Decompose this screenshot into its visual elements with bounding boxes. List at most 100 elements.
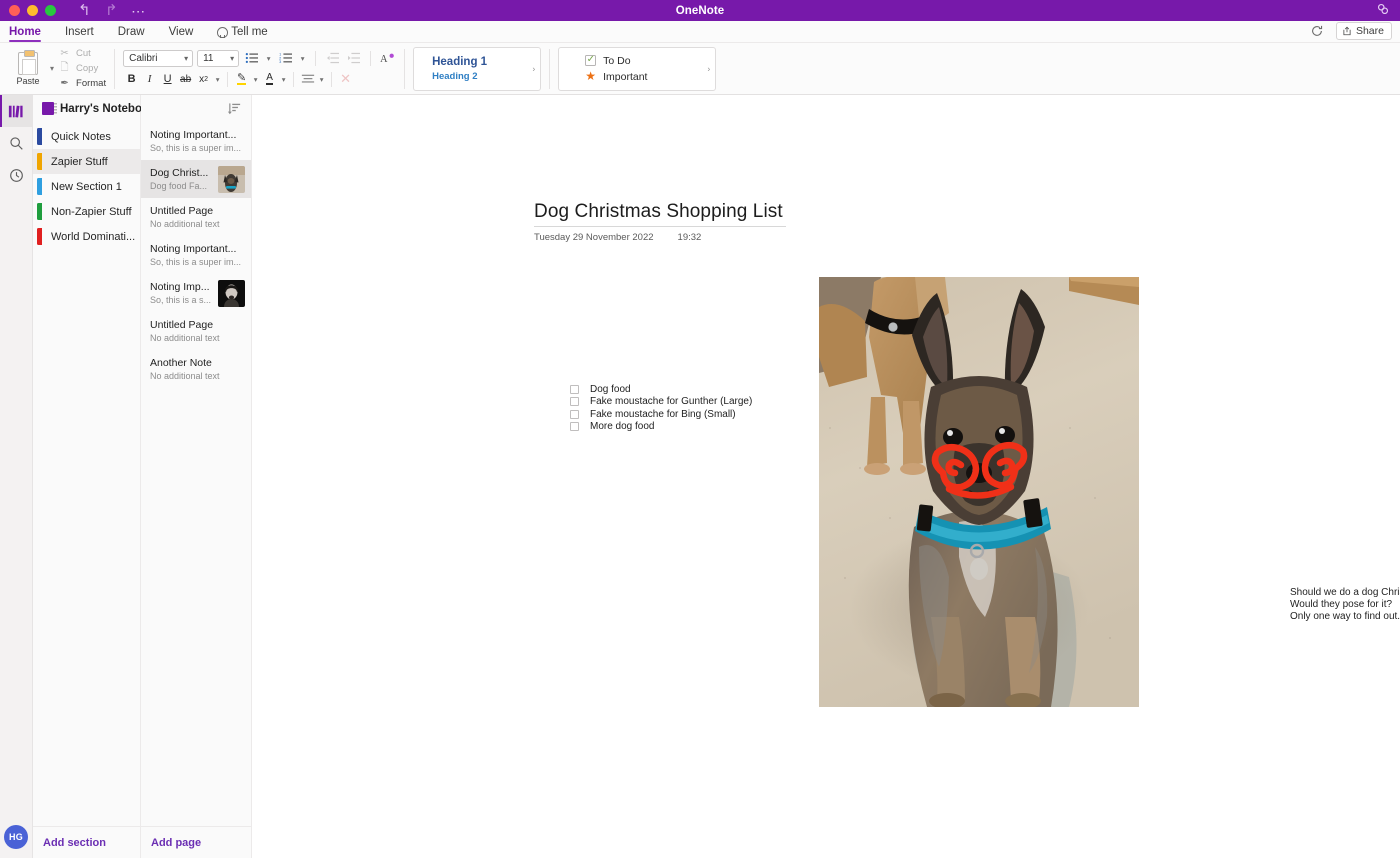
svg-text:A: A: [380, 54, 388, 65]
strikethrough-button[interactable]: ab: [177, 71, 194, 88]
subscript-button[interactable]: x2: [195, 71, 212, 88]
styles-gallery[interactable]: Heading 1 Heading 2 ›: [413, 46, 542, 91]
increase-indent-icon[interactable]: [345, 50, 362, 67]
checkbox-icon[interactable]: [570, 409, 579, 419]
todo-item[interactable]: Fake moustache for Bing (Small): [570, 408, 752, 421]
checkbox-icon[interactable]: [570, 422, 579, 432]
divider: [315, 50, 317, 66]
tab-home[interactable]: Home: [0, 26, 53, 42]
notebook-header[interactable]: Harry's Notebook ▾: [33, 95, 165, 122]
close-window-button[interactable]: [9, 5, 20, 16]
page-list-item[interactable]: Untitled Page No additional text: [141, 198, 251, 236]
share-button[interactable]: Share: [1335, 22, 1392, 40]
bold-button[interactable]: B: [123, 71, 140, 88]
page-list-item[interactable]: Noting Imp... So, this is a s...: [141, 274, 251, 312]
clipboard-group: Paste ▾ ✂ Cut 🗋 Copy ✒ Format: [7, 46, 106, 92]
italic-button[interactable]: I: [141, 71, 158, 88]
copy-command[interactable]: 🗋 Copy: [58, 62, 106, 75]
highlighter-icon[interactable]: ✎: [233, 71, 250, 88]
account-link-icon[interactable]: [1376, 2, 1390, 21]
underline-button[interactable]: U: [159, 71, 176, 88]
rail-item-recent[interactable]: [0, 159, 33, 191]
font-color-chevron-icon[interactable]: ▾: [279, 71, 288, 88]
section-item-quick-notes[interactable]: Quick Notes: [33, 124, 140, 149]
divider: [227, 71, 229, 87]
tags-expand-chevron-icon[interactable]: ›: [707, 64, 710, 73]
sort-icon[interactable]: [227, 102, 241, 116]
note-date[interactable]: Tuesday 29 November 2022: [534, 232, 654, 243]
tab-view[interactable]: View: [157, 26, 206, 42]
avatar[interactable]: HG: [4, 825, 28, 849]
page-list-item[interactable]: Noting Important... So, this is a super …: [141, 122, 251, 160]
page-list-item[interactable]: Another Note No additional text: [141, 350, 251, 388]
scissors-icon: ✂: [60, 48, 69, 59]
note-time[interactable]: 19:32: [678, 232, 702, 243]
page-list-item[interactable]: Dog Christ... Dog food Fa...: [141, 160, 251, 198]
section-item-zapier-stuff[interactable]: Zapier Stuff: [33, 149, 140, 174]
clipboard-icon: [18, 49, 38, 75]
style-heading-1[interactable]: Heading 1: [432, 56, 540, 68]
section-item-world-domination[interactable]: World Dominati...: [33, 224, 140, 249]
tags-gallery[interactable]: To Do ★ Important ›: [558, 46, 717, 91]
cut-command[interactable]: ✂ Cut: [58, 47, 106, 60]
side-note-line: Should we do a dog Christmas card?: [1290, 587, 1400, 598]
todo-item[interactable]: Fake moustache for Gunther (Large): [570, 396, 752, 409]
bullet-list-chevron-icon[interactable]: ▾: [264, 50, 273, 67]
side-note-block[interactable]: Should we do a dog Christmas card? Would…: [1290, 587, 1400, 624]
paste-button[interactable]: Paste: [7, 49, 49, 86]
bullet-list-icon[interactable]: [243, 50, 260, 67]
cut-label: Cut: [76, 48, 91, 59]
style-heading-2[interactable]: Heading 2: [432, 71, 540, 82]
format-painter-command[interactable]: ✒ Format: [58, 77, 106, 90]
section-item-new-section-1[interactable]: New Section 1: [33, 174, 140, 199]
tag-to-do[interactable]: To Do: [585, 54, 715, 67]
checkbox-icon: [585, 54, 597, 66]
checkbox-icon[interactable]: [570, 397, 579, 407]
add-page-button[interactable]: Add page: [141, 826, 251, 858]
page-list-item[interactable]: Noting Important... So, this is a super …: [141, 236, 251, 274]
subscript-chevron-icon[interactable]: ▾: [213, 71, 222, 88]
tag-important[interactable]: ★ Important: [585, 70, 715, 83]
text-styles-icon[interactable]: A: [379, 50, 396, 67]
page-title-input[interactable]: Dog Christmas Shopping List: [534, 201, 786, 227]
maximize-window-button[interactable]: [45, 5, 56, 16]
todo-item[interactable]: More dog food: [570, 421, 752, 434]
align-left-icon[interactable]: [299, 71, 316, 88]
numbered-list-chevron-icon[interactable]: ▾: [298, 50, 307, 67]
font-color-icon[interactable]: A: [261, 71, 278, 88]
section-item-non-zapier-stuff[interactable]: Non-Zapier Stuff: [33, 199, 140, 224]
styles-expand-chevron-icon[interactable]: ›: [532, 64, 535, 73]
font-size-select[interactable]: 11 ▾: [197, 49, 240, 67]
redo-icon[interactable]: ↰: [105, 2, 118, 19]
rail-item-notebooks[interactable]: [0, 95, 33, 127]
numbered-list-icon[interactable]: 1 2 3: [277, 50, 294, 67]
font-family-select[interactable]: Calibri ▾: [123, 49, 194, 67]
note-canvas[interactable]: Dog Christmas Shopping List Tuesday 29 N…: [252, 95, 1400, 858]
section-list: Quick Notes Zapier Stuff New Section 1 N…: [33, 122, 140, 826]
window-title: OneNote: [675, 4, 725, 17]
note-image[interactable]: [819, 277, 1139, 707]
undo-icon[interactable]: ↰: [78, 3, 91, 18]
todo-item[interactable]: Dog food: [570, 383, 752, 396]
page-list-item[interactable]: Untitled Page No additional text: [141, 312, 251, 350]
checkbox-icon[interactable]: [570, 384, 579, 394]
tab-tell-me[interactable]: Tell me: [205, 26, 279, 42]
page-title: Untitled Page: [150, 204, 214, 217]
align-chevron-icon[interactable]: ▾: [317, 71, 326, 88]
tab-draw[interactable]: Draw: [106, 26, 157, 42]
rail-item-search[interactable]: [0, 127, 33, 159]
sync-icon[interactable]: [1310, 24, 1324, 38]
ellipsis-icon[interactable]: ⋯: [131, 4, 146, 18]
clear-formatting-icon[interactable]: ✕: [337, 71, 354, 88]
tab-insert[interactable]: Insert: [53, 26, 106, 42]
highlight-chevron-icon[interactable]: ▾: [251, 71, 260, 88]
format-painter-icon: ✒: [60, 78, 69, 89]
add-section-button[interactable]: Add section: [33, 826, 140, 858]
minimize-window-button[interactable]: [27, 5, 38, 16]
decrease-indent-icon[interactable]: [324, 50, 341, 67]
section-color-tab: [37, 228, 42, 245]
page-list: Noting Important... So, this is a super …: [141, 122, 251, 826]
copy-label: Copy: [76, 63, 99, 74]
paste-options-chevron-icon[interactable]: ▾: [50, 64, 54, 73]
window-controls[interactable]: [9, 5, 56, 16]
